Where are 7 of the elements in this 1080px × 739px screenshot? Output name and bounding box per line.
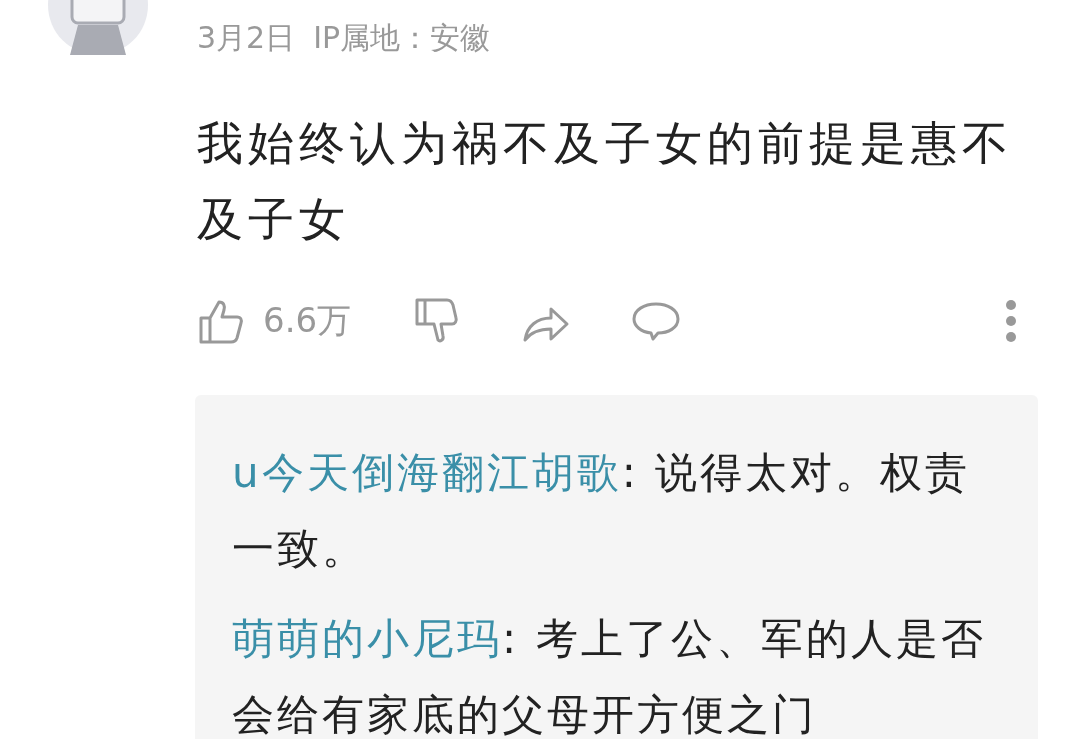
like-count: 6.6万 — [263, 299, 352, 342]
ip-location: IP属地：安徽 — [313, 19, 491, 57]
comment-date: 3月2日 — [197, 19, 296, 57]
comment-text: 我始终认为祸不及子女的前提是惠不及子女 — [196, 115, 1014, 248]
more-icon[interactable] — [1004, 299, 1018, 343]
reply-text: u今天倒海翻江胡歌: 说得太对。权责一致。 — [232, 447, 972, 575]
reply-text: 萌萌的小尼玛: 考上了公、军的人是否会给有家底的父母开方便之门 — [232, 613, 987, 739]
